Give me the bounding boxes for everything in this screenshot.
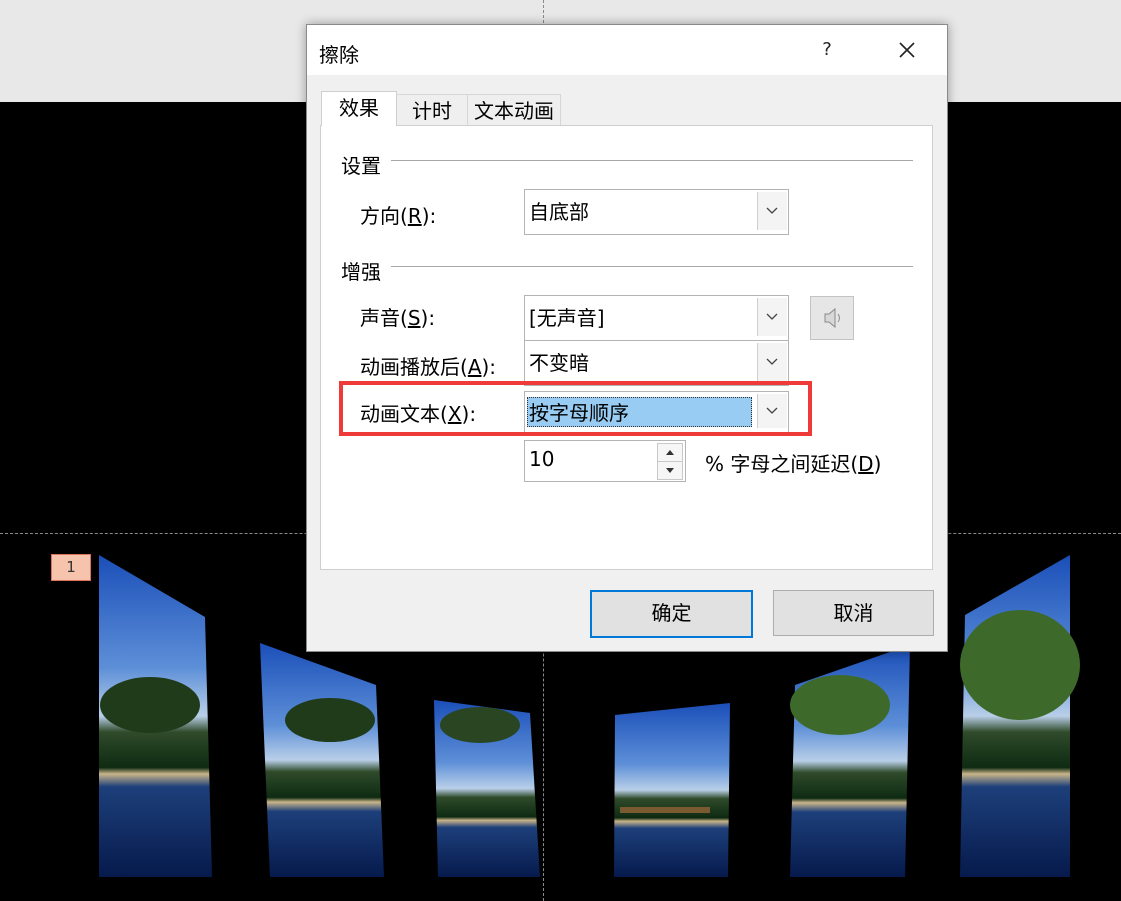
tab-text-animation[interactable]: 文本动画 (467, 94, 561, 127)
spin-up-button[interactable] (657, 443, 683, 462)
annotation-highlight-box (339, 381, 812, 436)
mountain (100, 677, 200, 733)
effect-panel: 设置 方向(R): 自底部 增强 声音(S): [无声音] 动画播放后(A): … (320, 125, 933, 570)
after-animation-label: 动画播放后(A): (360, 355, 497, 379)
spin-down-button[interactable] (657, 461, 683, 480)
chevron-down-icon (766, 207, 778, 214)
direction-value: 自底部 (529, 200, 589, 224)
tab-timing-label: 计时 (412, 99, 452, 123)
caret-up-icon (666, 450, 674, 455)
dialog-titlebar: 擦除 ? (307, 25, 947, 75)
divider (391, 160, 913, 161)
delay-label: % 字母之间延迟(D) (705, 452, 882, 476)
dropdown-arrow[interactable] (757, 298, 787, 336)
close-button[interactable] (893, 38, 921, 64)
chevron-down-icon (766, 358, 778, 365)
mountain (960, 610, 1080, 720)
settings-group-label: 设置 (341, 154, 381, 178)
direction-dropdown[interactable]: 自底部 (524, 189, 789, 235)
tab-timing[interactable]: 计时 (395, 94, 469, 127)
dialog-title: 擦除 (319, 43, 359, 67)
photo-panel (260, 643, 384, 877)
help-button[interactable]: ? (815, 37, 839, 63)
mountain (790, 675, 890, 735)
cancel-button[interactable]: 取消 (773, 590, 934, 636)
caret-down-icon (666, 468, 674, 473)
after-animation-value: 不变暗 (529, 351, 589, 375)
ok-button[interactable]: 确定 (590, 590, 753, 638)
divider (391, 266, 913, 267)
delay-value: 10 (529, 447, 555, 471)
slide-number-badge: 1 (51, 554, 91, 581)
direction-label: 方向(R): (360, 204, 437, 228)
raft (620, 807, 710, 813)
close-icon (899, 42, 915, 58)
enhancements-group-label: 增强 (341, 260, 381, 284)
tab-effect[interactable]: 效果 (321, 91, 397, 126)
mountain (440, 707, 520, 743)
sound-dropdown[interactable]: [无声音] (524, 295, 789, 341)
photo-panel (614, 703, 730, 877)
sound-label: 声音(S): (360, 306, 436, 330)
after-animation-dropdown[interactable]: 不变暗 (524, 340, 789, 386)
tab-effect-label: 效果 (339, 96, 379, 120)
sound-value: [无声音] (529, 306, 605, 330)
chevron-down-icon (766, 313, 778, 320)
tab-text-animation-label: 文本动画 (474, 99, 554, 123)
sound-volume-button[interactable] (810, 296, 854, 340)
mountain (285, 698, 375, 742)
wipe-effect-dialog: 擦除 ? 效果 计时 文本动画 设置 方向(R): 自底部 增强 声音(S): … (306, 24, 948, 652)
dropdown-arrow[interactable] (757, 192, 787, 230)
dropdown-arrow[interactable] (757, 343, 787, 381)
delay-spinbox[interactable]: 10 (524, 440, 686, 482)
speaker-icon (824, 307, 841, 329)
